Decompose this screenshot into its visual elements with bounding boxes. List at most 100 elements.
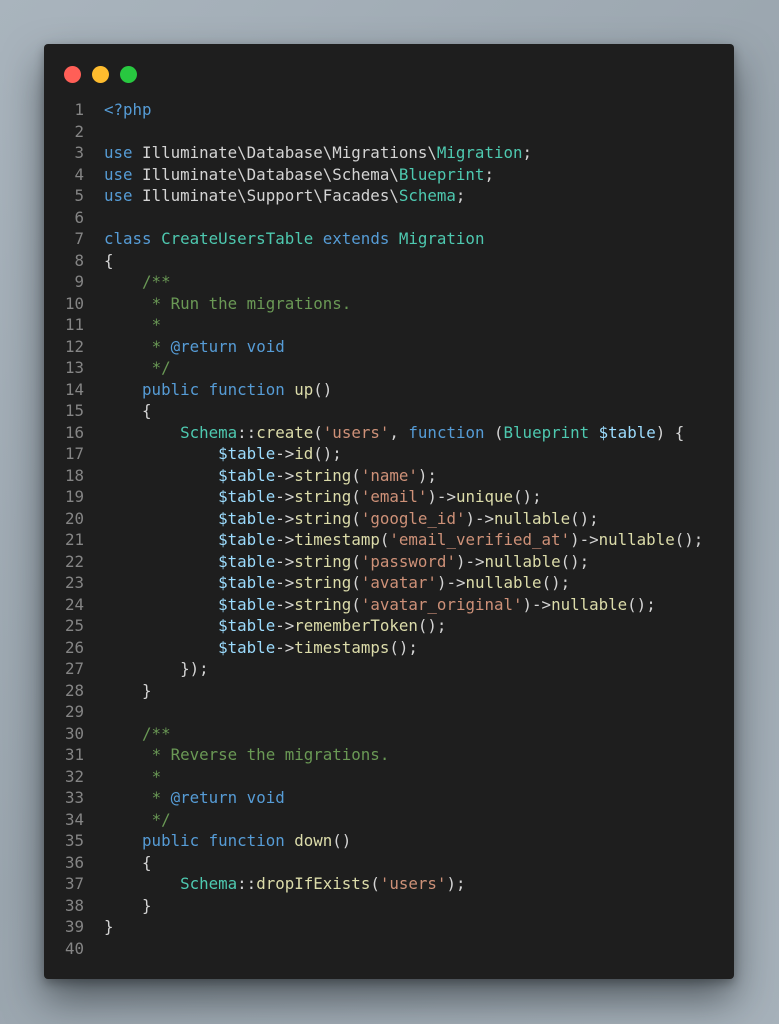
code-token: 'users' bbox=[322, 422, 390, 442]
code-token: timestamps bbox=[294, 637, 390, 657]
line-number: 13 bbox=[64, 358, 84, 377]
code-token: } bbox=[104, 917, 114, 936]
code-token: { bbox=[104, 401, 152, 420]
code-line: 38 } bbox=[44, 895, 734, 917]
code-line: 23 $table->string('avatar')->nullable(); bbox=[44, 572, 734, 594]
line-number: 23 bbox=[64, 573, 84, 592]
code-token: Illuminate\Database\Schema\ bbox=[132, 164, 399, 184]
line-number: 32 bbox=[64, 766, 84, 786]
close-dot-icon[interactable] bbox=[64, 66, 81, 83]
code-token: -> bbox=[275, 551, 295, 571]
line-number: 9 bbox=[74, 272, 84, 291]
code-line: 24 $table->string('avatar_original')->nu… bbox=[44, 594, 734, 616]
code-token: { bbox=[104, 250, 114, 270]
code-token: Blueprint bbox=[503, 422, 590, 442]
minimize-dot-icon[interactable] bbox=[92, 66, 109, 83]
code-token: extends bbox=[322, 229, 390, 248]
line-number: 17 bbox=[64, 444, 84, 463]
code-token: nullable bbox=[465, 573, 542, 592]
code-line: 6 bbox=[44, 207, 734, 229]
code-token: (); bbox=[417, 616, 447, 635]
code-token: ( bbox=[313, 422, 323, 442]
line-number: 14 bbox=[64, 379, 84, 399]
code-line: 9 /** bbox=[44, 271, 734, 293]
maximize-dot-icon[interactable] bbox=[120, 66, 137, 83]
code-token: $table bbox=[218, 551, 276, 571]
code-line: 31 * Reverse the migrations. bbox=[44, 744, 734, 766]
line-source: use Illuminate\Support\Facades\Schema; bbox=[104, 185, 465, 207]
code-token: (); bbox=[560, 551, 590, 571]
code-token: public bbox=[142, 379, 200, 399]
code-token: */ bbox=[151, 358, 171, 377]
code-line: 20 $table->string('google_id')->nullable… bbox=[44, 508, 734, 530]
code-line: 21 $table->timestamp('email_verified_at'… bbox=[44, 529, 734, 551]
line-number: 36 bbox=[64, 852, 84, 872]
line-number: 40 bbox=[64, 938, 84, 958]
code-token: up bbox=[294, 379, 314, 399]
code-token: ( bbox=[351, 508, 361, 528]
line-number: 1 bbox=[74, 100, 84, 119]
line-source: } bbox=[104, 916, 114, 938]
code-token: :: bbox=[237, 422, 257, 442]
line-number: 25 bbox=[64, 616, 84, 635]
line-number: 38 bbox=[64, 895, 84, 915]
line-number: 35 bbox=[64, 831, 84, 850]
code-token: Schema bbox=[180, 874, 238, 893]
code-token: 'avatar' bbox=[360, 573, 437, 592]
code-token: -> bbox=[275, 487, 295, 506]
code-token: -> bbox=[275, 444, 295, 463]
code-line: 37 Schema::dropIfExists('users'); bbox=[44, 873, 734, 895]
code-token: (); bbox=[389, 637, 418, 657]
line-source: $table->string('avatar')->nullable(); bbox=[104, 572, 570, 594]
code-token: -> bbox=[275, 637, 295, 657]
code-token: (); bbox=[627, 594, 656, 614]
code-token: 'avatar_original' bbox=[360, 594, 523, 614]
code-token: class bbox=[104, 229, 152, 248]
line-number: 31 bbox=[64, 745, 84, 764]
code-token: } bbox=[104, 895, 152, 915]
code-line: 11 * bbox=[44, 314, 734, 336]
line-source: } bbox=[104, 680, 152, 702]
line-source: * @return void bbox=[104, 787, 285, 809]
code-line: 22 $table->string('password')->nullable(… bbox=[44, 551, 734, 573]
code-token: $table bbox=[218, 487, 276, 506]
line-source: { bbox=[104, 400, 152, 422]
code-token: down bbox=[294, 831, 333, 850]
line-source: } bbox=[104, 895, 152, 917]
code-token: use bbox=[104, 143, 133, 162]
line-number: 6 bbox=[74, 207, 84, 227]
code-token: function bbox=[208, 831, 285, 850]
code-token: /** bbox=[142, 723, 171, 743]
code-token: ( bbox=[351, 465, 361, 485]
code-token: */ bbox=[151, 809, 171, 829]
code-token: ( bbox=[351, 487, 361, 506]
code-line: 40 bbox=[44, 938, 734, 960]
line-source: public function down() bbox=[104, 830, 351, 852]
code-token: (); bbox=[513, 487, 542, 506]
code-token: string bbox=[294, 573, 352, 592]
code-token: ; bbox=[522, 143, 533, 162]
code-token: ( bbox=[351, 573, 361, 592]
code-token: ) { bbox=[655, 422, 685, 442]
code-line: 15 { bbox=[44, 400, 734, 422]
line-number: 24 bbox=[64, 594, 84, 614]
code-token: -> bbox=[275, 573, 295, 592]
code-token: function bbox=[408, 422, 485, 442]
code-token: nullable bbox=[551, 594, 628, 614]
line-source: * Reverse the migrations. bbox=[104, 744, 390, 766]
code-token: ( bbox=[370, 874, 380, 893]
line-source: */ bbox=[104, 357, 171, 379]
code-token: Schema bbox=[180, 422, 238, 442]
line-number: 12 bbox=[64, 336, 84, 356]
code-line: 39} bbox=[44, 916, 734, 938]
code-token: Schema bbox=[398, 186, 456, 205]
line-source: use Illuminate\Database\Migrations\Migra… bbox=[104, 142, 532, 164]
code-token: create bbox=[256, 422, 314, 442]
